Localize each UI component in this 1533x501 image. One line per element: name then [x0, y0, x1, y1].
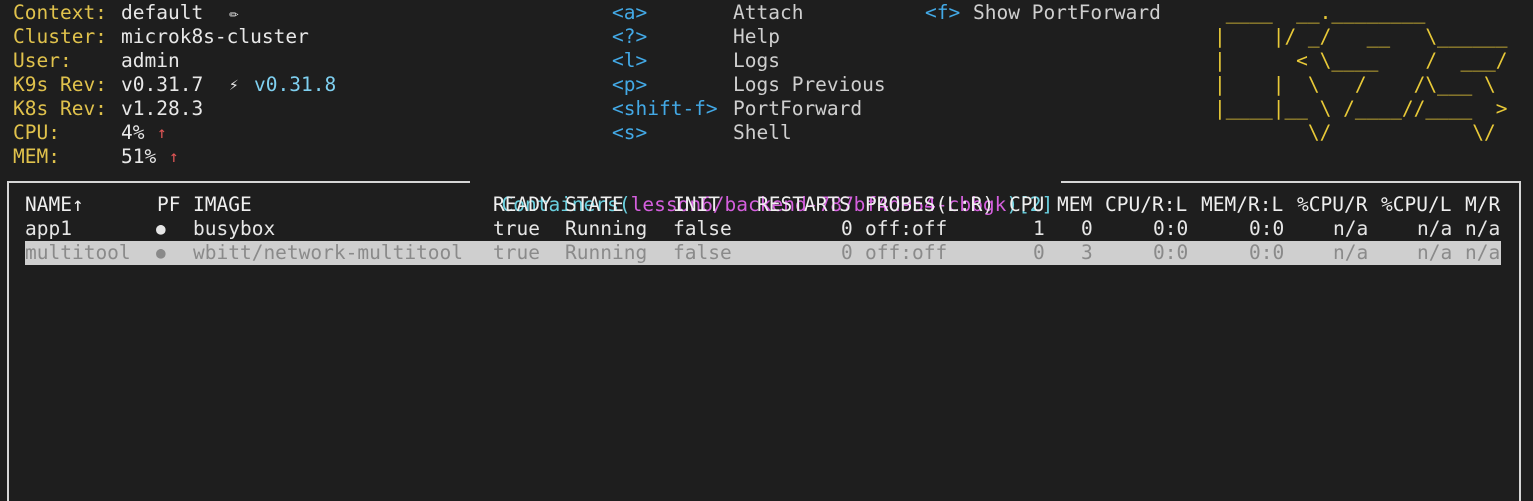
column-header-ready[interactable]: READY	[493, 193, 552, 217]
cell-restarts: 0	[841, 241, 853, 264]
cell-init: false	[673, 217, 732, 240]
key-hint-desc: Show PortForward	[973, 1, 1161, 24]
cell-pct-cpu-l: n/a	[1417, 241, 1453, 264]
cluster-label: Cluster:	[13, 25, 107, 48]
key-hints-panel-2: <f> Show PortForward	[925, 1, 1185, 25]
cell-pct-cpu-r: n/a	[1333, 241, 1369, 264]
key-hint-shell[interactable]: <s> Shell	[612, 121, 932, 145]
column-header-name[interactable]: NAME↑	[25, 193, 84, 217]
cell-init: false	[673, 241, 732, 264]
logo-line: | | \ / /\___ \	[1214, 73, 1508, 96]
key-hint-desc: PortForward	[733, 97, 863, 120]
cell-cpu: 0	[1033, 241, 1045, 264]
context-value: default	[121, 1, 204, 24]
k8s-rev-value: v1.28.3	[121, 97, 204, 120]
key-hint-desc: Shell	[733, 121, 792, 144]
key-hint-key: <a>	[612, 1, 648, 24]
cell-cpu-rl: 0:0	[1153, 217, 1189, 240]
column-header-pct-cpu-l[interactable]: %CPU/L	[1381, 193, 1451, 217]
mem-trend-up-icon: ↑	[169, 147, 179, 166]
table-row-selected[interactable]: multitool ● wbitt/network-multitool true…	[25, 241, 1501, 265]
table-row[interactable]: app1 ● busybox true Running false 0 off:…	[25, 217, 1501, 241]
key-hints-panel: <a> Attach <?> Help <l> Logs <p> Logs Pr…	[612, 1, 932, 145]
cell-mem: 0	[1081, 217, 1093, 240]
cell-probes: off:off	[865, 241, 948, 264]
cluster-value: microk8s-cluster	[121, 25, 309, 48]
mem-label: MEM:	[13, 145, 60, 168]
key-hint-key: <shift-f>	[612, 97, 718, 120]
column-header-image[interactable]: IMAGE	[193, 193, 252, 217]
cell-pct-cpu-r: n/a	[1333, 217, 1369, 240]
column-header-init[interactable]: INIT	[673, 193, 720, 217]
logo-line: | |/ _/ __ \______	[1214, 25, 1508, 48]
cell-restarts: 0	[841, 217, 853, 240]
user-value: admin	[121, 49, 180, 72]
key-hint-help[interactable]: <?> Help	[612, 25, 932, 49]
cell-image: wbitt/network-multitool	[193, 241, 464, 264]
column-header-probes[interactable]: PROBES(L:R)	[865, 193, 994, 217]
user-label: User:	[13, 49, 72, 72]
key-hint-key: <s>	[612, 121, 648, 144]
context-label: Context:	[13, 1, 107, 24]
cell-mem-rl: 0:0	[1249, 217, 1285, 240]
column-header-cpu-rl[interactable]: CPU/R:L	[1105, 193, 1187, 217]
cell-name: multitool	[25, 241, 131, 264]
k8s-rev-label: K8s Rev:	[13, 97, 107, 120]
column-header-mem-rl[interactable]: MEM/R:L	[1201, 193, 1283, 217]
column-header-state[interactable]: STATE	[565, 193, 624, 217]
logo-line: |____|__ \ /____//____ >	[1214, 97, 1508, 120]
logo-line: \/ \/	[1214, 121, 1508, 144]
k9s-rev-label: K9s Rev:	[13, 73, 107, 96]
key-hint-desc: Attach	[733, 1, 804, 24]
mem-value: 51%	[121, 145, 157, 168]
cluster-info-panel: Context: default ✏ Cluster: microk8s-clu…	[13, 1, 613, 169]
cell-pct-cpu-l: n/a	[1417, 217, 1453, 240]
k9s-rev-update-value: v0.31.8	[254, 73, 337, 96]
key-hint-attach[interactable]: <a> Attach	[612, 1, 932, 25]
pf-indicator-icon: ●	[156, 219, 166, 238]
column-header-cpu[interactable]: CPU	[1009, 193, 1044, 217]
column-header-pct-cpu-r[interactable]: %CPU/R	[1297, 193, 1367, 217]
key-hint-key: <?>	[612, 25, 648, 48]
key-hint-desc: Logs	[733, 49, 780, 72]
cell-m-r: n/a	[1465, 241, 1501, 264]
cell-ready: true	[493, 241, 540, 264]
cell-m-r: n/a	[1465, 217, 1501, 240]
cell-mem: 3	[1081, 241, 1093, 264]
key-hint-show-portforward[interactable]: <f> Show PortForward	[925, 1, 1185, 25]
key-hint-key: <f>	[925, 1, 961, 24]
cell-name: app1	[25, 217, 72, 240]
cell-state: Running	[565, 217, 648, 240]
cell-cpu-rl: 0:0	[1153, 241, 1189, 264]
key-hint-portforward[interactable]: <shift-f> PortForward	[612, 97, 932, 121]
column-header-pf[interactable]: PF	[157, 193, 180, 217]
pf-indicator-icon: ●	[156, 243, 166, 262]
column-header-mem[interactable]: MEM	[1057, 193, 1092, 217]
key-hint-desc: Logs Previous	[733, 73, 886, 96]
cell-mem-rl: 0:0	[1249, 241, 1285, 264]
logo-line: | < \____ / ___/	[1214, 49, 1508, 72]
cpu-trend-up-icon: ↑	[157, 123, 167, 142]
key-hint-logs[interactable]: <l> Logs	[612, 49, 932, 73]
k9s-rev-value: v0.31.7	[121, 73, 204, 96]
key-hint-key: <p>	[612, 73, 648, 96]
cell-cpu: 1	[1033, 217, 1045, 240]
column-header-restarts[interactable]: RESTARTS	[757, 193, 851, 217]
key-hint-key: <l>	[612, 49, 648, 72]
cell-probes: off:off	[865, 217, 948, 240]
cell-image: busybox	[193, 217, 276, 240]
logo-line: ____ __.________	[1214, 1, 1508, 24]
key-hint-desc: Help	[733, 25, 780, 48]
cpu-value: 4%	[121, 121, 145, 144]
cell-state: Running	[565, 241, 648, 264]
key-hint-logs-previous[interactable]: <p> Logs Previous	[612, 73, 932, 97]
cell-ready: true	[493, 217, 540, 240]
lightning-icon: ⚡	[229, 75, 239, 94]
column-header-m-r[interactable]: M/R	[1465, 193, 1500, 217]
pencil-icon: ✏	[229, 3, 239, 22]
cpu-label: CPU:	[13, 121, 60, 144]
